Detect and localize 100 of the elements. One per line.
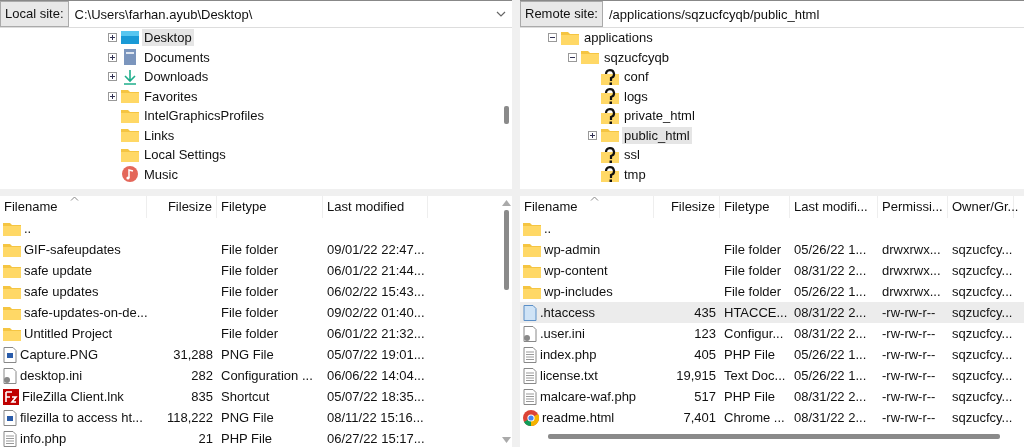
table-cell: File folder [221,263,279,278]
expander-icon[interactable] [568,52,577,62]
folder-icon [601,128,619,143]
folder-icon [3,284,21,299]
text-file-icon [523,346,537,363]
file-name[interactable]: .user.ini [540,326,585,341]
folder-icon [523,284,541,299]
column-header[interactable]: Filename [0,196,147,218]
path-field[interactable]: C:\Users\farhan.ayub\Desktop\ [68,1,512,27]
file-name[interactable]: Capture.PNG [20,347,99,362]
column-header[interactable]: Filesize [147,196,217,218]
expander-icon[interactable] [108,72,117,82]
expander-icon[interactable] [108,52,117,62]
column-header[interactable]: Filetype [720,196,790,218]
file-name[interactable]: license.txt [540,368,598,383]
table-cell: 08/31/22 2... [794,305,867,320]
file-name[interactable]: index.php [540,347,597,362]
table-cell: -rw-rw-r-- [882,347,936,362]
expander-icon[interactable] [588,130,597,140]
path-field[interactable]: /applications/sqzucfcyqb/public_html [603,1,1024,27]
scrollbar-thumb[interactable] [548,433,1000,439]
file-name[interactable]: desktop.ini [20,368,83,383]
tree-item[interactable]: private_html [622,107,697,125]
table-cell: 08/11/22 15:16... [327,410,424,425]
table-cell: sqzucfcy... [952,242,1013,257]
column-header[interactable]: Last modified [323,196,428,218]
filezilla-icon [3,388,19,405]
tree-item[interactable]: Local Settings [142,146,228,164]
tree-item[interactable]: ssl [622,146,642,164]
folder-icon [581,50,599,65]
file-name[interactable]: .. [544,221,552,236]
tree-item[interactable]: Desktop [142,29,194,47]
scrollbar-thumb[interactable] [503,210,509,290]
tree-item[interactable]: Downloads [142,68,211,86]
scrollbar-thumb[interactable] [503,106,509,124]
file-name[interactable]: readme.html [542,410,615,425]
tree-item[interactable]: public_html [622,126,692,144]
file-name[interactable]: malcare-waf.php [540,389,637,404]
file-name[interactable]: safe update [24,263,92,278]
site-label: Remote site: [520,1,603,27]
file-name[interactable]: Untitled Project [24,326,113,341]
table-cell: drwxrwx... [882,263,941,278]
file-name[interactable]: wp-includes [544,284,613,299]
tree-item[interactable]: sqzucfcyqb [602,48,672,66]
table-cell: 05/26/22 1... [794,347,867,362]
tree-item[interactable]: IntelGraphicsProfiles [142,107,266,125]
table-cell: 09/02/22 01:40... [327,305,425,320]
table-cell: sqzucfcy... [952,284,1013,299]
file-name[interactable]: GIF-safeupdates [24,242,121,257]
table-cell: File folder [221,242,279,257]
tree-item[interactable]: tmp [622,165,648,183]
desktop-icon [121,30,139,45]
unknown-folder-icon [601,88,619,105]
folder-icon [523,242,541,257]
tree-item[interactable]: Music [142,165,180,183]
table-cell: Shortcut [221,389,270,404]
folder-icon [523,263,541,278]
file-name[interactable]: safe updates [24,284,99,299]
table-cell: PHP File [724,347,776,362]
table-cell: PNG File [221,410,274,425]
tree-item[interactable]: Documents [142,48,212,66]
file-name[interactable]: safe-updates-on-de... [24,305,148,320]
expander-icon[interactable] [108,33,117,43]
column-header[interactable]: Last modifi... [790,196,878,218]
expander-icon[interactable] [548,33,557,43]
column-header[interactable]: Filetype [217,196,323,218]
settings-file-icon [523,325,537,342]
table-cell: 118,222 [166,410,213,425]
settings-file-icon [3,367,17,384]
file-name[interactable]: wp-admin [544,242,601,257]
table-cell: 21 [198,431,213,446]
column-header[interactable]: Filename [520,196,654,218]
tree-item[interactable]: Links [142,126,177,144]
tree-item[interactable]: conf [622,68,651,86]
column-header[interactable]: Filesize [654,196,720,218]
table-cell: 19,915 [676,368,716,383]
table-cell: 06/01/22 21:32... [327,326,425,341]
music-icon [121,166,139,183]
text-file-icon [523,367,537,384]
table-cell: File folder [724,263,782,278]
file-name[interactable]: info.php [20,431,67,446]
dropdown-caret-icon[interactable] [496,11,506,17]
file-name[interactable]: FileZilla Client.lnk [22,389,124,404]
tree-item[interactable]: applications [582,29,655,47]
folder-icon [121,147,139,162]
column-header[interactable]: Permissi... [878,196,948,218]
folder-icon [3,263,21,278]
expander-icon[interactable] [108,91,117,101]
file-name[interactable]: filezilla to access ht... [20,410,143,425]
document-icon [121,49,139,66]
tree-item[interactable]: Favorites [142,87,200,105]
file-name[interactable]: .. [24,221,32,236]
table-cell: Text Doc... [724,368,786,383]
table-cell: 08/31/22 2... [794,389,867,404]
table-cell: -rw-rw-r-- [882,368,936,383]
file-name[interactable]: wp-content [544,263,608,278]
tree-item[interactable]: logs [622,87,650,105]
file-name[interactable]: .htaccess [540,305,595,320]
table-cell: File folder [221,284,279,299]
table-cell: 05/26/22 1... [794,368,867,383]
